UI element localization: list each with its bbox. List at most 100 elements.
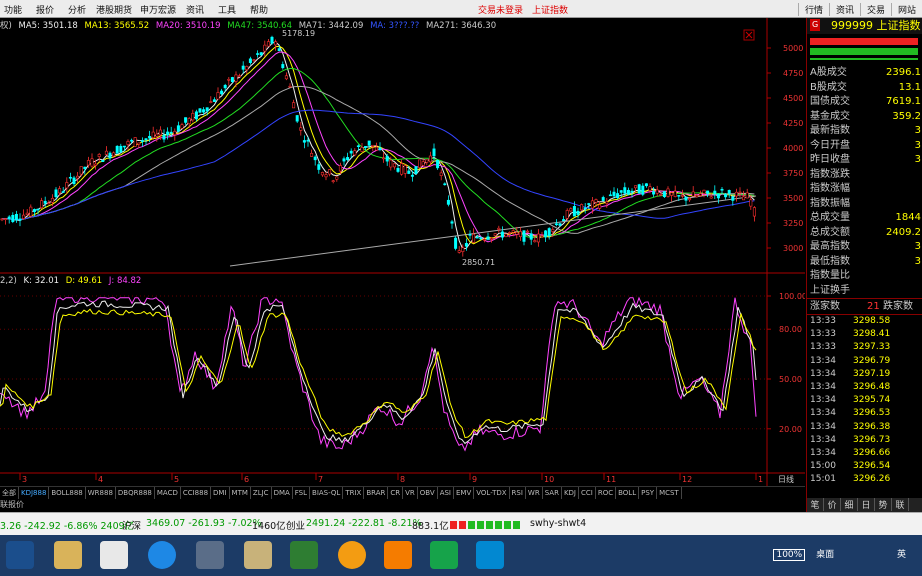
candle-body: [626, 189, 630, 195]
candle-body: [166, 131, 170, 136]
panel-bottom-tab[interactable]: 笔: [807, 498, 824, 511]
kdj-k-label: K: 32.01: [23, 276, 60, 286]
indicator-tab[interactable]: BIAS-QL: [310, 487, 344, 499]
month-tick: 11: [606, 475, 616, 484]
menu-quote[interactable]: 报价: [36, 3, 54, 16]
orange-app-icon[interactable]: [338, 541, 366, 569]
panel-bottom-tab[interactable]: 细: [841, 498, 858, 511]
indicator-tab[interactable]: CR: [388, 487, 404, 499]
indicator-tab[interactable]: MTM: [230, 487, 251, 499]
indicator-tab[interactable]: DMI: [211, 487, 230, 499]
indicator-tab[interactable]: MACD: [155, 487, 181, 499]
desktop-label[interactable]: 桌面: [816, 550, 834, 560]
tick-time: 13:34: [810, 447, 836, 458]
indicator-tab[interactable]: TRIX: [343, 487, 365, 499]
candle-body: [407, 170, 411, 174]
candle-body: [608, 194, 612, 197]
menu-trade[interactable]: 交易: [860, 3, 891, 16]
indicator-tab[interactable]: VR: [403, 487, 418, 499]
menu-news[interactable]: 资讯: [186, 3, 204, 16]
candle-body: [115, 145, 119, 154]
indicator-tab[interactable]: ROC: [596, 487, 617, 499]
panel-bottom-tab[interactable]: 势: [875, 498, 892, 511]
trade-login-status[interactable]: 交易未登录: [478, 3, 523, 16]
stock-app-icon[interactable]: [476, 541, 504, 569]
explorer-icon[interactable]: [244, 541, 272, 569]
candle-body: [58, 188, 62, 194]
indicator-tab[interactable]: CCI888: [181, 487, 212, 499]
candle-body: [65, 182, 69, 189]
menu-help[interactable]: 帮助: [250, 3, 268, 16]
candle-body: [180, 124, 184, 129]
menu-hk-futures[interactable]: 港股期货: [96, 3, 132, 16]
tick-price: 3297.33: [853, 342, 891, 353]
candle-body: [673, 190, 677, 197]
menu-tools[interactable]: 工具: [218, 3, 236, 16]
menu-info[interactable]: 资讯: [829, 3, 860, 16]
indicator-tab[interactable]: RSI: [510, 487, 526, 499]
indicator-tab[interactable]: OBV: [418, 487, 438, 499]
panel-row-value: 3: [914, 241, 921, 252]
menu-market[interactable]: 行情: [798, 3, 829, 16]
indicator-tab[interactable]: MCST: [657, 487, 682, 499]
indicator-tab[interactable]: EMV: [454, 487, 475, 499]
panel-bottom-tab[interactable]: 日: [858, 498, 875, 511]
menu-shenwan[interactable]: 申万宏源: [140, 3, 176, 16]
indicator-tab[interactable]: BOLL: [616, 487, 640, 499]
candle-body: [414, 166, 418, 174]
candle-body: [439, 172, 443, 176]
indicator-tab[interactable]: ASI: [438, 487, 454, 499]
indicator-tab[interactable]: KDJ: [562, 487, 579, 499]
panel-row-label: 指数涨跌: [810, 168, 850, 180]
start-icon[interactable]: [6, 541, 34, 569]
file-icon[interactable]: [100, 541, 128, 569]
candle-body: [421, 161, 425, 166]
computer-icon[interactable]: [196, 541, 224, 569]
taobao-icon[interactable]: [384, 541, 412, 569]
candle-body: [54, 189, 58, 198]
indicator-tab[interactable]: BOLL888: [49, 487, 86, 499]
ime-label[interactable]: 英: [897, 550, 906, 560]
price-axis-label: 4250: [783, 119, 803, 128]
panel-row-label: B股成交: [810, 81, 847, 93]
close-icon[interactable]: [743, 29, 755, 41]
candle-body: [702, 189, 706, 194]
indicator-tab[interactable]: BRAR: [364, 487, 389, 499]
candle-body: [18, 218, 22, 221]
menu-website[interactable]: 网站: [891, 3, 922, 16]
indicator-tab[interactable]: WR888: [86, 487, 116, 499]
hs300-label: 沪深: [122, 521, 142, 532]
indicator-tab[interactable]: ZLJC: [251, 487, 272, 499]
linked-quote-label[interactable]: 联报价: [0, 500, 24, 509]
wechat-icon[interactable]: [430, 541, 458, 569]
candle-body: [7, 216, 11, 220]
candle-body: [194, 111, 198, 120]
server-name[interactable]: swhy-shwt4: [530, 518, 586, 529]
folder-icon[interactable]: [54, 541, 82, 569]
indicator-tab[interactable]: CCI: [579, 487, 596, 499]
ie-browser-icon[interactable]: [148, 541, 176, 569]
panel-bottom-tab[interactable]: 联: [892, 498, 909, 511]
indicator-tab[interactable]: DMA: [272, 487, 293, 499]
battery-icon[interactable]: 100%: [773, 549, 806, 561]
candlestick-chart[interactable]: 5000 4750 4500 4250 4000 3750 3500 3250 3000 100.…: [0, 18, 805, 486]
indicator-tab[interactable]: WR: [526, 487, 543, 499]
indicator-tab[interactable]: SAR: [543, 487, 562, 499]
indicator-tab[interactable]: PSY: [639, 487, 658, 499]
candle-body: [742, 196, 746, 201]
menu-function[interactable]: 功能: [4, 3, 22, 16]
gem-summary: 2491.24 -222.81 -8.21%: [306, 518, 422, 529]
green-app-icon[interactable]: [290, 541, 318, 569]
indicator-tab[interactable]: DBQR888: [116, 487, 155, 499]
menu-analysis[interactable]: 分析: [68, 3, 86, 16]
panel-bottom-tab[interactable]: 价: [824, 498, 841, 511]
indicator-tab[interactable]: KDJ888: [19, 487, 50, 499]
candle-body: [486, 236, 490, 240]
status-bar: 3.26 -242.92 -6.86% 2409亿 沪深 3469.07 -26…: [0, 512, 922, 535]
indicator-tab[interactable]: 全部: [0, 487, 19, 499]
tick-row: 13:34 3296.79: [807, 355, 922, 368]
period-label[interactable]: 日线: [778, 474, 794, 484]
indicator-tab[interactable]: VOL-TDX: [474, 487, 510, 499]
indicator-tab[interactable]: FSL: [293, 487, 311, 499]
candle-body: [238, 75, 242, 77]
